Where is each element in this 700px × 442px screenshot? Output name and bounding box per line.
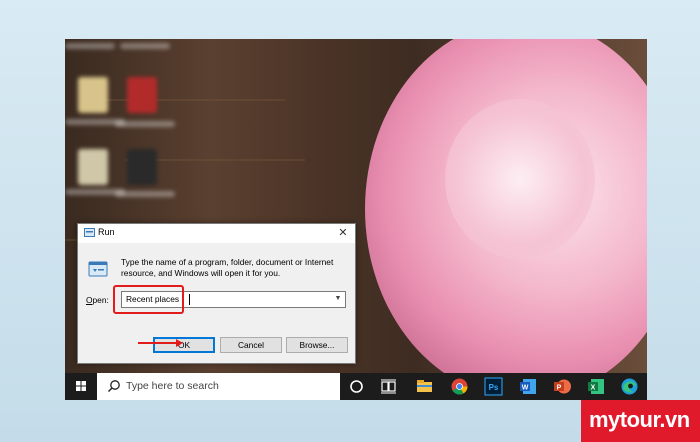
wallpaper-flower-center bbox=[445, 99, 595, 259]
photoshop-icon[interactable]: Ps bbox=[484, 377, 503, 396]
svg-text:Ps: Ps bbox=[489, 383, 499, 392]
windows-logo-icon bbox=[76, 381, 86, 391]
desktop-icon[interactable] bbox=[127, 149, 157, 185]
run-program-icon bbox=[88, 261, 108, 277]
run-titlebar[interactable]: Run ✕ bbox=[78, 224, 355, 243]
chrome-icon[interactable] bbox=[450, 377, 469, 396]
svg-text:X: X bbox=[591, 385, 596, 392]
text-caret bbox=[189, 294, 190, 305]
word-icon[interactable]: W bbox=[519, 377, 538, 396]
run-footer: OK Cancel Browse... bbox=[78, 327, 355, 363]
run-icon bbox=[84, 228, 95, 237]
desktop-icon-label bbox=[120, 43, 170, 49]
taskbar: Type here to search Ps W P X bbox=[65, 373, 647, 400]
excel-icon[interactable]: X bbox=[587, 377, 606, 396]
svg-text:W: W bbox=[522, 385, 529, 392]
run-description: Type the name of a program, folder, docu… bbox=[121, 257, 334, 278]
input-highlight-box bbox=[113, 285, 184, 314]
file-explorer-icon[interactable] bbox=[415, 377, 434, 396]
desktop-icon-label bbox=[115, 121, 175, 127]
task-view-icon[interactable] bbox=[379, 377, 398, 396]
cancel-button[interactable]: Cancel bbox=[220, 337, 282, 353]
open-label: Open: bbox=[86, 295, 109, 305]
desktop-icon-label bbox=[115, 191, 175, 197]
cortana-icon[interactable] bbox=[347, 377, 366, 396]
wood-grain bbox=[85, 99, 285, 101]
start-button[interactable] bbox=[65, 373, 97, 400]
brand-watermark-text: mytour.vn bbox=[589, 407, 690, 432]
desktop-icon-label bbox=[65, 43, 115, 49]
close-icon[interactable]: ✕ bbox=[335, 225, 351, 241]
taskbar-search-box[interactable]: Type here to search bbox=[97, 373, 340, 400]
powerpoint-icon[interactable]: P bbox=[553, 377, 572, 396]
brand-watermark: mytour.vn bbox=[581, 400, 700, 442]
desktop-icon[interactable] bbox=[78, 77, 108, 113]
search-placeholder: Type here to search bbox=[126, 380, 219, 392]
run-title: Run bbox=[98, 227, 115, 237]
ok-pointer-arrow bbox=[138, 342, 178, 344]
edge-icon[interactable] bbox=[620, 377, 639, 396]
chevron-down-icon[interactable]: ▼ bbox=[333, 293, 343, 305]
search-icon bbox=[108, 380, 120, 392]
svg-text:P: P bbox=[557, 385, 562, 392]
ok-button[interactable]: OK bbox=[153, 337, 215, 353]
desktop-icon[interactable] bbox=[127, 77, 157, 113]
browse-button[interactable]: Browse... bbox=[286, 337, 348, 353]
desktop-icon[interactable] bbox=[78, 149, 108, 185]
ok-pointer-arrowhead bbox=[176, 339, 183, 347]
